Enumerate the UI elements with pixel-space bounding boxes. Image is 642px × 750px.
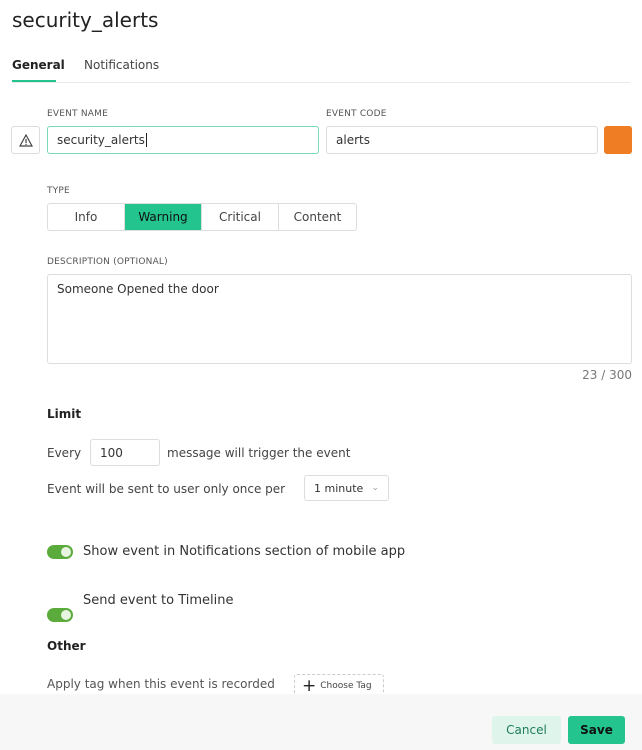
type-content[interactable]: Content	[279, 204, 356, 230]
active-tab-indicator	[12, 80, 56, 82]
warning-icon	[18, 133, 33, 147]
description-textarea[interactable]: Someone Opened the door	[47, 274, 632, 364]
type-label: TYPE	[47, 186, 70, 196]
period-value: 1 minute	[314, 481, 364, 495]
chevron-down-icon: ⌄	[371, 483, 379, 493]
color-picker-button[interactable]	[604, 126, 632, 154]
message-count-input[interactable]: 100	[90, 439, 160, 466]
notifications-toggle-label: Show event in Notifications section of m…	[83, 544, 406, 559]
choose-tag-label: Choose Tag	[320, 681, 372, 691]
tag-label: Apply tag when this event is recorded	[47, 677, 275, 691]
page-title: security_alerts	[12, 8, 159, 32]
timeline-toggle-label: Send event to Timeline	[83, 593, 234, 608]
period-select[interactable]: 1 minute ⌄	[304, 475, 389, 501]
type-warning[interactable]: Warning	[125, 204, 202, 230]
cancel-button[interactable]: Cancel	[492, 716, 561, 744]
tab-divider	[12, 82, 630, 83]
save-button[interactable]: Save	[568, 716, 625, 744]
tab-notifications[interactable]: Notifications	[84, 58, 159, 72]
event-code-input[interactable]: alerts	[326, 126, 598, 154]
once-per-label: Event will be sent to user only once per	[47, 482, 286, 496]
tab-general[interactable]: General	[12, 58, 65, 72]
trigger-label: message will trigger the event	[167, 446, 351, 460]
icon-picker-button[interactable]	[11, 126, 40, 154]
every-label: Every	[47, 446, 82, 460]
event-name-input[interactable]: security_alerts	[47, 126, 319, 154]
plus-icon: +	[302, 676, 317, 696]
type-info[interactable]: Info	[48, 204, 125, 230]
notifications-toggle[interactable]	[47, 545, 73, 559]
event-code-label: EVENT CODE	[326, 109, 387, 119]
type-selector: Info Warning Critical Content	[47, 203, 357, 231]
event-name-label: EVENT NAME	[47, 109, 108, 119]
description-label: DESCRIPTION (OPTIONAL)	[47, 257, 168, 267]
description-counter: 23 / 300	[582, 368, 632, 382]
other-heading: Other	[47, 639, 86, 653]
type-critical[interactable]: Critical	[202, 204, 279, 230]
timeline-toggle[interactable]	[47, 608, 73, 622]
limit-heading: Limit	[47, 407, 82, 421]
event-name-value: security_alerts	[57, 133, 145, 147]
